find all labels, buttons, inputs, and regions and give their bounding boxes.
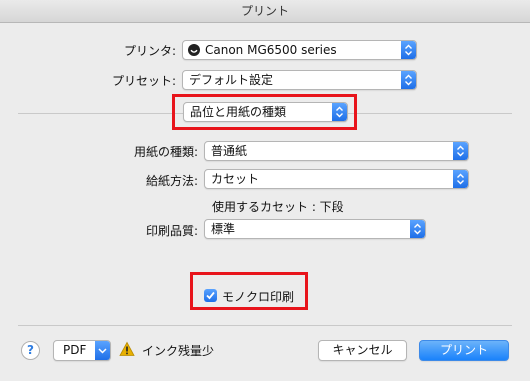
paper-source-label: 給紙方法: [145, 174, 198, 188]
chevron-updown-icon [401, 41, 416, 59]
paper-source-value: カセット [211, 172, 260, 186]
separator [18, 325, 512, 326]
printer-bonjour-icon [188, 44, 200, 56]
chevron-updown-icon [410, 220, 425, 238]
paper-type-value: 普通紙 [211, 144, 248, 158]
preset-value: デフォルト設定 [189, 73, 274, 87]
paper-source-popup[interactable]: カセット [204, 169, 469, 189]
window-title: プリント [0, 0, 530, 23]
printer-value: Canon MG6500 series [205, 43, 337, 57]
printer-label: プリンタ: [123, 44, 176, 58]
paper-type-popup[interactable]: 普通紙 [204, 141, 469, 161]
printer-popup[interactable]: Canon MG6500 series [182, 40, 417, 60]
warning-icon [119, 341, 135, 360]
chevron-down-icon [95, 341, 110, 360]
print-button[interactable]: プリント [419, 340, 509, 361]
chevron-updown-icon [401, 71, 416, 89]
cancel-button[interactable]: キャンセル [318, 340, 407, 361]
print-quality-label: 印刷品質: [145, 224, 198, 238]
highlight-box-monochrome [190, 272, 308, 310]
print-quality-popup[interactable]: 標準 [204, 219, 426, 239]
preset-label: プリセット: [111, 74, 176, 88]
chevron-updown-icon [453, 170, 468, 188]
pdf-label: PDF [63, 343, 87, 357]
pdf-menu-button[interactable]: PDF [53, 340, 111, 361]
help-button[interactable]: ? [21, 341, 40, 360]
highlight-box-section [172, 94, 357, 130]
chevron-updown-icon [453, 142, 468, 160]
ink-low-warning: インク残量少 [142, 344, 215, 358]
print-quality-value: 標準 [211, 222, 236, 236]
paper-type-label: 用紙の種類: [133, 145, 198, 159]
preset-popup[interactable]: デフォルト設定 [182, 70, 417, 90]
cassette-info: 使用するカセット : 下段 [212, 200, 344, 214]
